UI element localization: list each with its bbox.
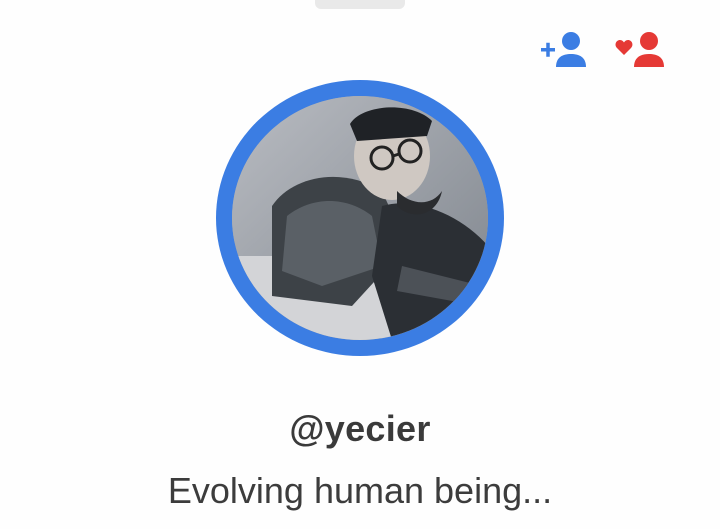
- profile-sheet: @yecier Evolving human being...: [0, 0, 720, 529]
- sheet-drag-handle[interactable]: [315, 0, 405, 9]
- heart-person-icon: [615, 32, 664, 67]
- avatar[interactable]: [232, 96, 488, 340]
- follow-button[interactable]: [538, 30, 592, 72]
- profile-username: @yecier: [289, 408, 431, 449]
- person-add-icon: [541, 32, 586, 67]
- avatar-photo: [232, 96, 488, 340]
- profile-bio: Evolving human being...: [167, 470, 553, 511]
- avatar-ring: [216, 80, 504, 356]
- favorite-button[interactable]: [614, 30, 668, 72]
